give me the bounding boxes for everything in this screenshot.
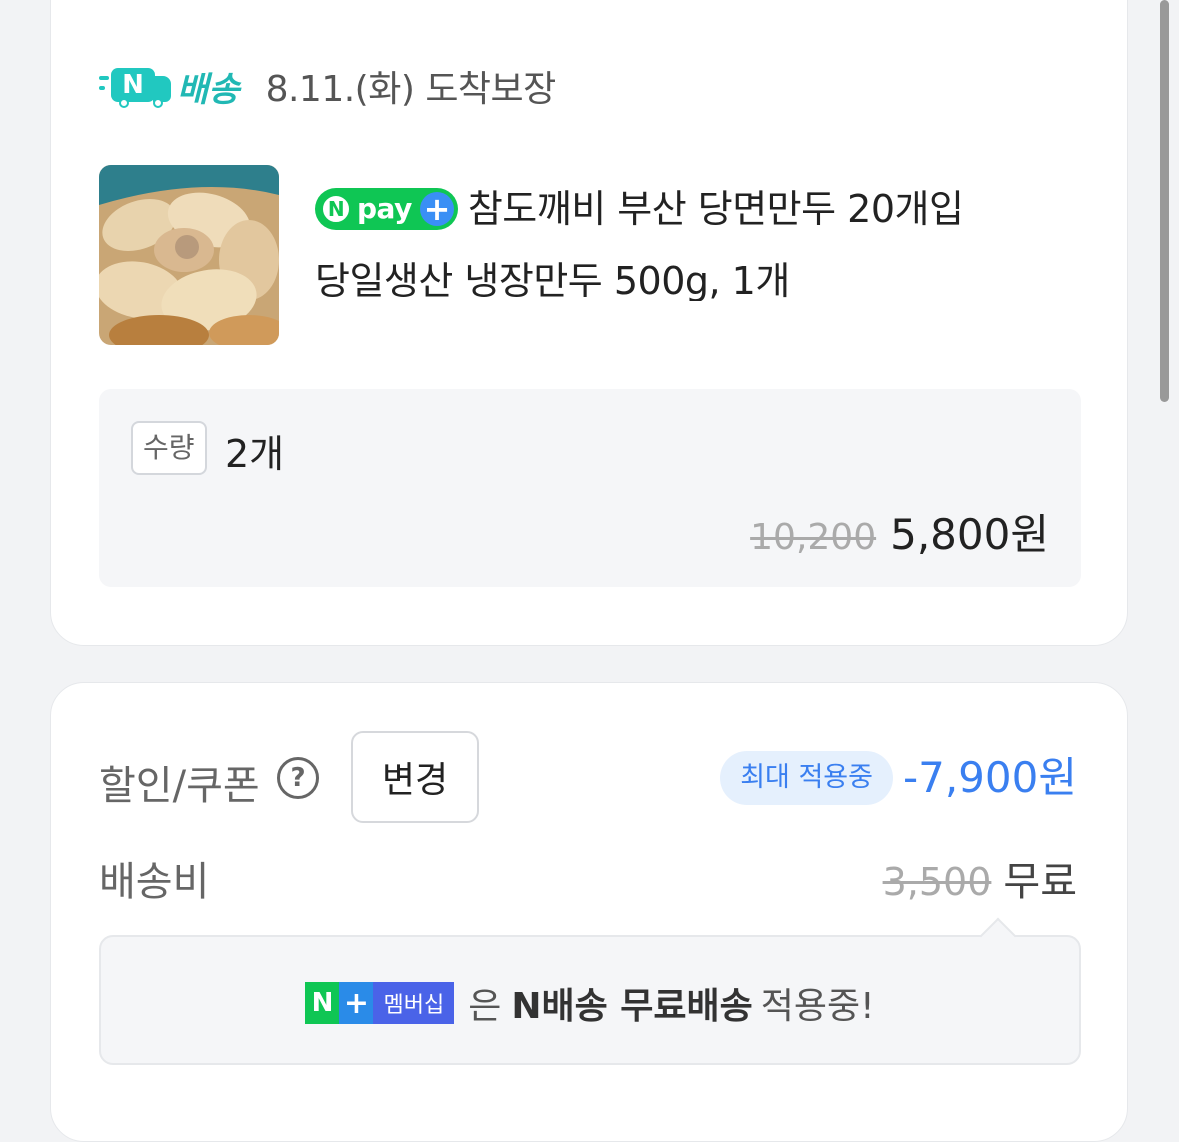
coupon-label: 할인/쿠폰 xyxy=(99,763,260,809)
quantity-value: 2개 xyxy=(225,432,285,476)
quantity-tag: 수량 xyxy=(131,421,207,475)
coupon-row: 할인/쿠폰 ? 변경 최대 적용중 -7,900원 xyxy=(99,731,1077,827)
notice-particle: 은 xyxy=(468,986,502,1027)
change-coupon-button[interactable]: 변경 xyxy=(351,731,479,823)
n-delivery-logo: N 배송 xyxy=(99,62,240,111)
notice-suffix: 적용중! xyxy=(760,986,875,1027)
truck-n-letter: N xyxy=(122,70,144,100)
notice-pointer xyxy=(979,917,1017,955)
shipping-free-label: 무료 xyxy=(1003,859,1077,905)
membership-plus-icon: + xyxy=(339,982,374,1024)
order-item-card: N 배송 8.11.(화) 도착보장 N pay + 참도깨비 부산 당면만두 … xyxy=(50,0,1128,646)
original-price: 10,200 xyxy=(750,517,877,558)
delivery-info: N 배송 8.11.(화) 도착보장 xyxy=(99,61,556,111)
price-row: 10,200 5,800원 xyxy=(750,501,1049,562)
quantity-price-box: 수량 2개 10,200 5,800원 xyxy=(99,389,1081,587)
npay-n-icon: N xyxy=(319,192,353,226)
dumpling-image xyxy=(99,165,279,345)
membership-n-icon: N xyxy=(305,982,340,1024)
scrollbar[interactable] xyxy=(1160,0,1169,402)
shipping-label: 배송비 xyxy=(99,859,210,905)
help-icon[interactable]: ? xyxy=(277,757,319,799)
shipping-row: 배송비 3,500 무료 xyxy=(99,849,1077,909)
delivery-service-label: 배송 xyxy=(177,69,240,110)
shipping-original-price: 3,500 xyxy=(882,860,992,904)
notice-free-shipping: N배송 무료배송 xyxy=(511,986,753,1027)
discount-amount: -7,900원 xyxy=(902,753,1077,802)
arrival-guarantee: 8.11.(화) 도착보장 xyxy=(265,69,557,110)
npay-plus-icon: + xyxy=(419,192,454,226)
delivery-truck-icon: N xyxy=(99,64,173,108)
membership-notice: N + 멤버십 은 N배송 무료배송 적용중! xyxy=(99,917,1081,1065)
product-name[interactable]: N pay + 참도깨비 부산 당면만두 20개입 당일생산 냉장만두 500g… xyxy=(315,173,1085,301)
product-name-line1: 참도깨비 부산 당면만두 20개입 xyxy=(467,187,964,231)
npay-label: pay xyxy=(357,192,412,225)
product-thumbnail[interactable] xyxy=(99,165,279,345)
product-name-line2: 당일생산 냉장만두 500g, 1개 xyxy=(315,259,790,301)
payment-summary-card: 할인/쿠폰 ? 변경 최대 적용중 -7,900원 배송비 3,500 무료 N… xyxy=(50,682,1128,1142)
npay-plus-badge: N pay + xyxy=(315,188,458,230)
membership-badge-text: 멤버십 xyxy=(373,982,455,1024)
sale-price: 5,800원 xyxy=(890,510,1049,559)
shipping-price: 3,500 무료 xyxy=(883,849,1077,907)
max-applied-badge: 최대 적용중 xyxy=(720,751,893,805)
n-plus-membership-badge: N + 멤버십 xyxy=(305,982,455,1024)
